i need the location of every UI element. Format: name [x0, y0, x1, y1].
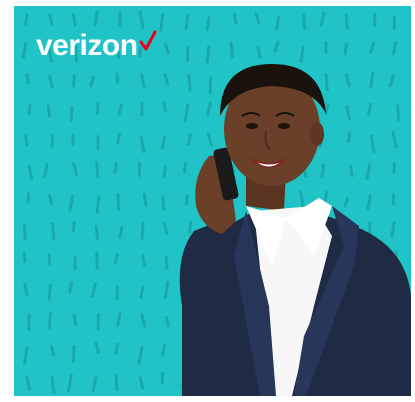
woman-on-phone-photo	[179, 64, 411, 396]
ad-banner[interactable]: verizon	[14, 6, 411, 396]
